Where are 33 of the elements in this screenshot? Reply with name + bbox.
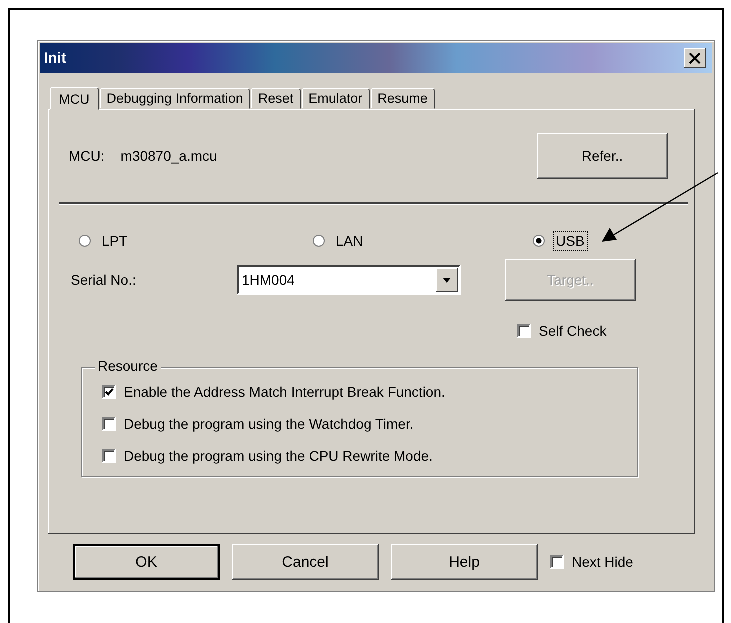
radio-button[interactable]	[79, 235, 91, 247]
serial-dropdown[interactable]: 1HM004	[237, 265, 461, 295]
radio-label: LAN	[335, 232, 364, 251]
checkbox-label: Self Check	[539, 323, 607, 339]
radio-label: USB	[553, 231, 588, 251]
radio-button[interactable]	[313, 235, 325, 247]
tab[interactable]: Resume	[370, 88, 435, 109]
tab[interactable]: Reset	[251, 88, 301, 109]
mcu-label: MCU:	[69, 148, 105, 164]
close-icon	[689, 52, 701, 64]
dialog-button[interactable]: Help	[391, 544, 538, 580]
checkbox[interactable]	[102, 385, 116, 399]
checkbox[interactable]	[102, 449, 116, 463]
close-button[interactable]	[684, 48, 706, 68]
checkbox[interactable]	[517, 324, 531, 338]
checkbox-label: Debug the program using the CPU Rewrite Mode.	[124, 448, 433, 464]
window-title: Init	[44, 50, 66, 66]
radio-label: LPT	[101, 232, 129, 251]
checkbox-label: Enable the Address Match Interrupt Break Function.	[124, 384, 446, 400]
checkbox[interactable]	[102, 417, 116, 431]
tab[interactable]: Debugging Information	[100, 88, 250, 109]
dialog-button[interactable]: Cancel	[232, 544, 379, 580]
checkbox-label: Debug the program using the Watchdog Timer.	[124, 416, 414, 432]
refer-button[interactable]: Refer..	[537, 133, 668, 179]
tab[interactable]: Emulator	[302, 88, 370, 109]
group-title: Resource	[95, 358, 161, 374]
checkbox-label: Next Hide	[572, 554, 634, 570]
dialog-button[interactable]: OK	[73, 544, 220, 580]
mcu-file-name: m30870_a.mcu	[120, 148, 218, 164]
checkbox[interactable]	[550, 555, 564, 569]
serial-label: Serial No.:	[71, 272, 138, 288]
tab[interactable]: MCU	[50, 87, 99, 110]
radio-button[interactable]	[533, 235, 545, 247]
